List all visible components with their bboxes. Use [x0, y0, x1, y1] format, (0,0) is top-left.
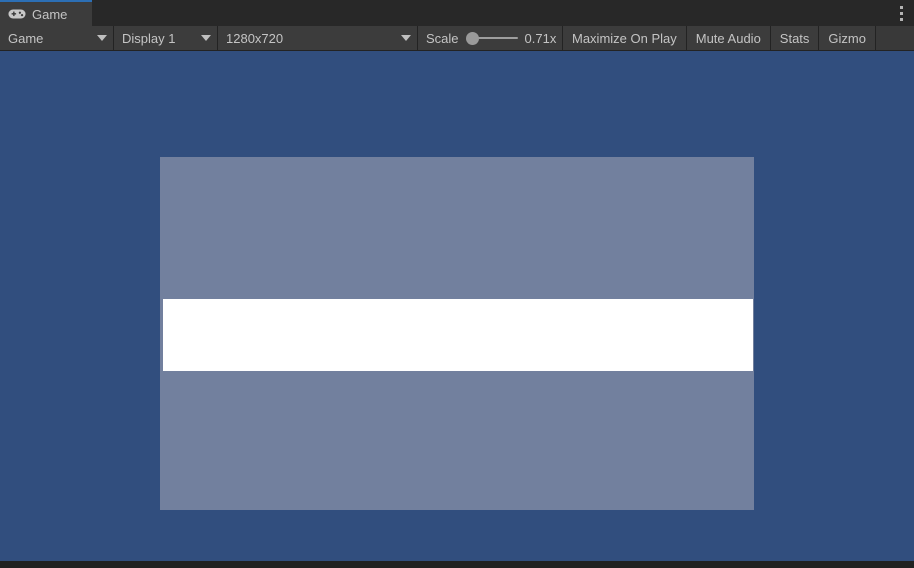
- mute-audio-label: Mute Audio: [695, 30, 761, 46]
- unity-game-window: Game Game Display 1 1280x720 Scale 0.71x: [0, 0, 914, 568]
- display-dropdown[interactable]: Display 1: [114, 26, 218, 50]
- scale-slider[interactable]: [465, 31, 518, 45]
- view-type-value: Game: [8, 30, 44, 46]
- tab-game-label: Game: [32, 6, 68, 22]
- gamepad-icon: [8, 7, 26, 21]
- tab-game[interactable]: Game: [0, 0, 92, 26]
- gizmos-button[interactable]: Gizmo: [819, 26, 876, 50]
- tab-bar-empty-area: [92, 0, 888, 26]
- stats-label: Stats: [779, 30, 810, 46]
- scale-label: Scale: [426, 30, 459, 46]
- scale-slider-handle[interactable]: [465, 31, 479, 45]
- display-value: Display 1: [122, 30, 176, 46]
- game-view-canvas[interactable]: [0, 51, 914, 561]
- maximize-on-play-label: Maximize On Play: [572, 30, 677, 46]
- white-ui-band: [163, 299, 753, 371]
- status-bar: [0, 561, 914, 568]
- scale-value: 0.71x: [524, 30, 557, 46]
- chevron-down-icon: [201, 35, 211, 41]
- mute-audio-button[interactable]: Mute Audio: [686, 26, 771, 50]
- gizmos-label: Gizmo: [828, 30, 866, 46]
- view-type-dropdown[interactable]: Game: [0, 26, 114, 50]
- maximize-on-play-button[interactable]: Maximize On Play: [563, 26, 687, 50]
- resolution-dropdown[interactable]: 1280x720: [218, 26, 418, 50]
- resolution-value: 1280x720: [226, 30, 284, 46]
- scale-control[interactable]: Scale 0.71x: [418, 26, 563, 50]
- kebab-menu-icon[interactable]: [888, 0, 914, 26]
- chevron-down-icon: [401, 35, 411, 41]
- tab-bar: Game: [0, 0, 914, 26]
- chevron-down-icon: [97, 35, 107, 41]
- stats-button[interactable]: Stats: [770, 26, 820, 50]
- rendered-scene-rect: [160, 157, 754, 510]
- game-view-toolbar: Game Display 1 1280x720 Scale 0.71x Maxi…: [0, 26, 914, 51]
